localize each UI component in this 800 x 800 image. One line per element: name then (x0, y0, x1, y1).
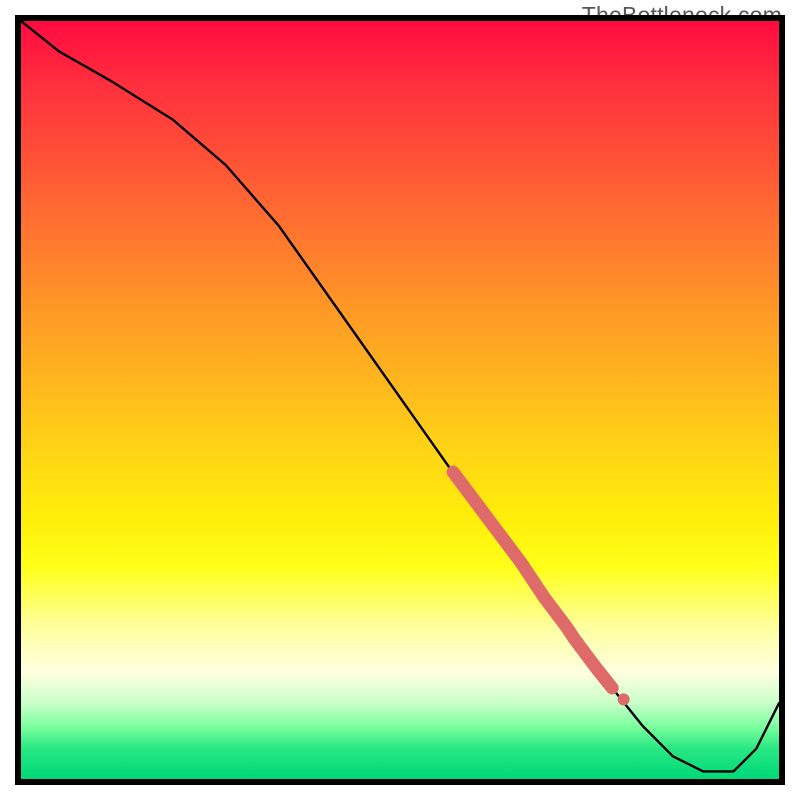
highlight-dot (572, 637, 584, 649)
chart-container: TheBottleneck.com (0, 0, 800, 800)
plot-area (15, 15, 785, 785)
bottleneck-curve-line (21, 21, 779, 771)
highlight-band (453, 472, 612, 688)
highlight-dot (618, 693, 630, 705)
chart-svg (21, 21, 779, 779)
